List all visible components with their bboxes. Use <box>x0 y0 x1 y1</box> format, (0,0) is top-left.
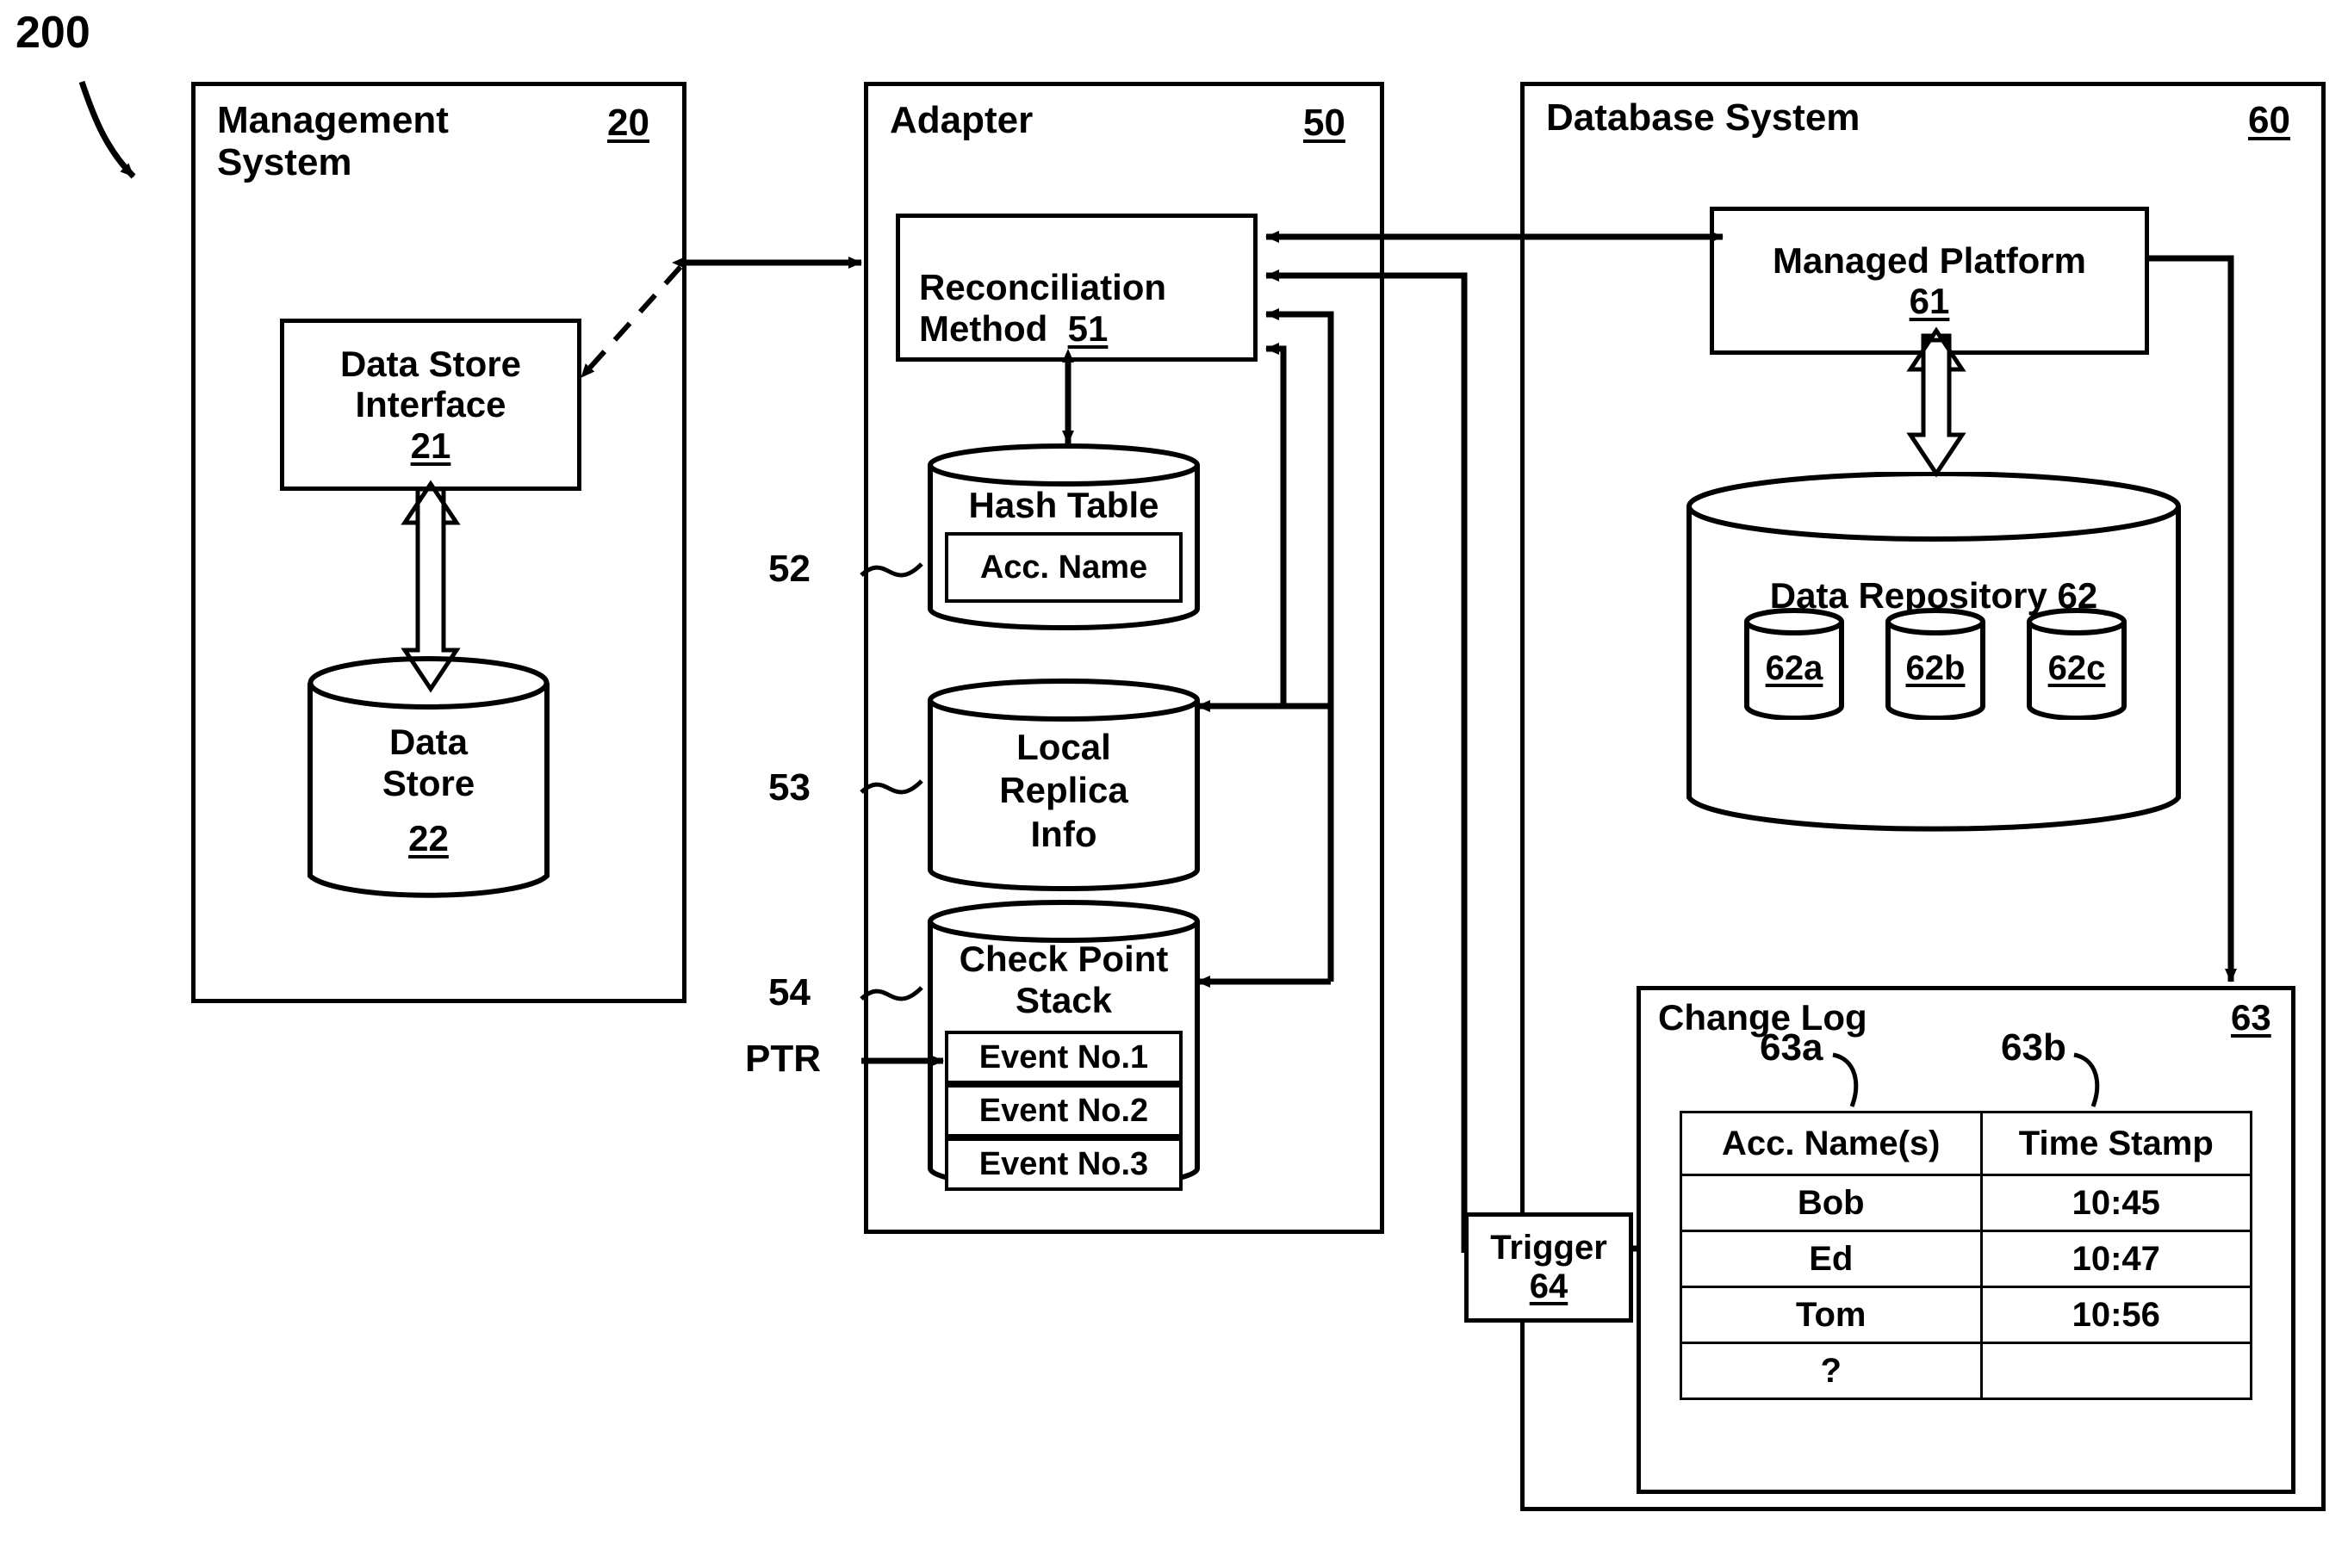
check-point-stack-event-1[interactable]: Event No.1 <box>945 1031 1183 1084</box>
change-log-cell-time-1: 10:47 <box>1979 1230 2252 1288</box>
check-point-stack-event-2[interactable]: Event No.2 <box>945 1084 1183 1137</box>
table-row[interactable]: Tom 10:56 <box>1680 1286 2252 1344</box>
adapter-number: 50 <box>1303 102 1345 144</box>
data-store-number: 22 <box>408 818 449 858</box>
ptr-label: PTR <box>745 1038 821 1080</box>
data-store-62a[interactable]: 62a <box>1742 608 1846 720</box>
data-store-62b[interactable]: 62b <box>1884 608 1987 720</box>
managed-platform-box[interactable]: Managed Platform 61 <box>1710 207 2149 355</box>
data-store-interface-box[interactable]: Data Store Interface 21 <box>280 319 581 491</box>
check-point-stack-label: Check Point Stack <box>959 939 1169 1021</box>
management-system-number: 20 <box>607 102 649 144</box>
local-replica-info-cylinder[interactable]: Local Replica Info <box>926 679 1202 894</box>
table-row[interactable]: Bob 10:45 <box>1680 1174 2252 1232</box>
data-store-cylinder[interactable]: Data Store 22 <box>306 654 551 904</box>
table-row[interactable]: Ed 10:47 <box>1680 1230 2252 1288</box>
table-row[interactable]: ? <box>1680 1342 2252 1400</box>
figure-leader-arrow <box>78 80 136 179</box>
change-log-col-ref-63b: 63b <box>2001 1026 2066 1069</box>
data-store-interface-label: Data Store Interface <box>339 344 522 425</box>
data-store-label: Data Store <box>382 722 475 804</box>
data-repository-cylinder[interactable]: Data Repository 62 62a 62b 62c <box>1684 472 2183 834</box>
hash-table-ref-number: 52 <box>768 548 811 590</box>
data-store-62b-label: 62b <box>1905 649 1966 687</box>
check-point-stack-event-3[interactable]: Event No.3 <box>945 1137 1183 1191</box>
reconciliation-method-label: Reconciliation Method <box>919 267 1167 349</box>
hash-table-label: Hash Table <box>968 485 1159 525</box>
change-log-table[interactable]: Acc. Name(s) Time Stamp Bob 10:45 Ed 10:… <box>1680 1111 2252 1400</box>
adapter-title: Adapter <box>890 99 1034 141</box>
change-log-cell-time-0: 10:45 <box>1979 1174 2252 1232</box>
change-log-cell-name-2: Tom <box>1680 1286 1983 1344</box>
change-log-cell-name-3: ? <box>1680 1342 1983 1400</box>
local-replica-info-ref-number: 53 <box>768 766 811 809</box>
management-system-title: Management System <box>217 99 449 184</box>
data-repository-label: Data Repository 62 <box>1684 534 2183 617</box>
change-log-cell-time-2: 10:56 <box>1979 1286 2252 1344</box>
change-log-col-header-acc-name: Acc. Name(s) <box>1680 1111 1983 1176</box>
change-log-header-row: Acc. Name(s) Time Stamp <box>1680 1111 2252 1176</box>
hash-table-cylinder[interactable]: Hash Table Acc. Name <box>926 443 1202 633</box>
hash-table-slot-acc-name[interactable]: Acc. Name <box>945 532 1183 603</box>
data-store-interface-number: 21 <box>410 425 451 466</box>
change-log-cell-name-1: Ed <box>1680 1230 1983 1288</box>
check-point-stack-ref-number: 54 <box>768 971 811 1013</box>
database-system-number: 60 <box>2248 99 2290 141</box>
change-log-cell-name-0: Bob <box>1680 1174 1983 1232</box>
managed-platform-label: Managed Platform <box>1772 239 2087 281</box>
trigger-box[interactable]: Trigger 64 <box>1464 1212 1633 1323</box>
trigger-number: 64 <box>1529 1267 1568 1305</box>
patent-figure: 200 Management System 20 Data Store Inte… <box>0 0 2348 1568</box>
data-store-62c-label: 62c <box>2047 649 2106 687</box>
change-log-col-ref-63a: 63a <box>1760 1026 1823 1069</box>
check-point-stack-cylinder[interactable]: Check Point Stack Event No.1 Event No.2 … <box>926 900 1202 1193</box>
reconciliation-method-box[interactable]: Reconciliation Method 51 <box>896 214 1258 362</box>
managed-platform-number: 61 <box>1909 281 1950 321</box>
data-store-62a-label: 62a <box>1765 649 1823 687</box>
trigger-label: Trigger <box>1490 1229 1607 1267</box>
change-log-col-header-time-stamp: Time Stamp <box>1979 1111 2252 1176</box>
reconciliation-method-number: 51 <box>1067 307 1109 349</box>
local-replica-info-label: Local Replica Info <box>999 727 1128 854</box>
data-store-62c[interactable]: 62c <box>2025 608 2128 720</box>
database-system-title: Database System <box>1546 96 1860 139</box>
change-log-cell-time-3 <box>1979 1342 2252 1400</box>
figure-ref-label: 200 <box>16 8 90 58</box>
change-log-number: 63 <box>2231 997 2271 1038</box>
